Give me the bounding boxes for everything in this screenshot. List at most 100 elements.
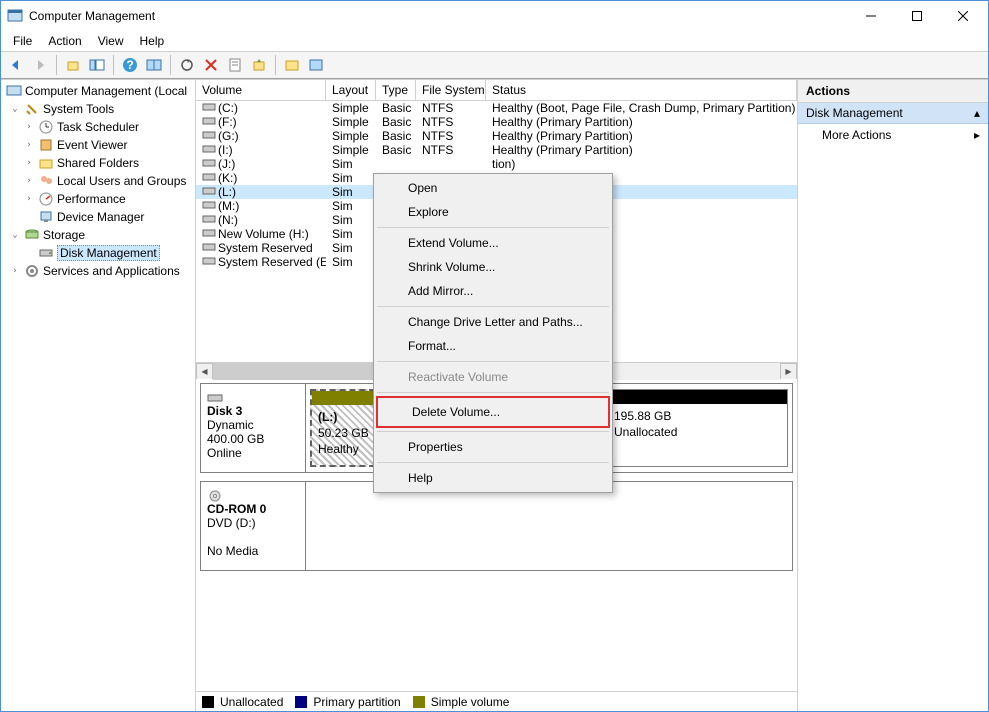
- table-row[interactable]: (G:)SimpleBasicNTFSHealthy (Primary Part…: [196, 129, 797, 143]
- tree-local-users[interactable]: › Local Users and Groups: [3, 172, 193, 190]
- partition-status: Unallocated: [614, 425, 677, 439]
- partition-size: 195.88 GB: [614, 409, 671, 423]
- disk-info[interactable]: CD-ROM 0 DVD (D:) No Media: [201, 482, 306, 570]
- tree-pane[interactable]: Computer Management (Local ⌄ System Tool…: [1, 80, 196, 711]
- cm-mirror[interactable]: Add Mirror...: [376, 279, 610, 303]
- cm-properties[interactable]: Properties: [376, 435, 610, 459]
- refresh-button[interactable]: [176, 54, 198, 76]
- col-status[interactable]: Status: [486, 80, 797, 100]
- disk-icon: [207, 390, 223, 404]
- action-button-1[interactable]: [281, 54, 303, 76]
- cm-separator: [377, 306, 609, 307]
- legend: Unallocated Primary partition Simple vol…: [196, 691, 797, 711]
- tree-shared-folders[interactable]: › Shared Folders: [3, 154, 193, 172]
- cm-shrink[interactable]: Shrink Volume...: [376, 255, 610, 279]
- cm-format[interactable]: Format...: [376, 334, 610, 358]
- minimize-button[interactable]: [848, 1, 894, 31]
- cm-separator: [377, 462, 609, 463]
- actions-more[interactable]: More Actions ▸: [798, 124, 988, 146]
- expander-icon[interactable]: ›: [23, 193, 35, 205]
- table-row[interactable]: (J:)Simtion): [196, 157, 797, 171]
- cdrom-icon: [207, 488, 223, 502]
- cm-change-letter[interactable]: Change Drive Letter and Paths...: [376, 310, 610, 334]
- up-button[interactable]: [62, 54, 84, 76]
- close-button[interactable]: [940, 1, 986, 31]
- expander-icon[interactable]: ›: [23, 157, 35, 169]
- col-layout[interactable]: Layout: [326, 80, 376, 100]
- tree-label: Storage: [43, 228, 85, 242]
- tree-device-manager[interactable]: Device Manager: [3, 208, 193, 226]
- menu-help[interactable]: Help: [132, 32, 173, 50]
- expander-icon[interactable]: ›: [23, 139, 35, 151]
- cm-delete[interactable]: Delete Volume...: [380, 400, 606, 424]
- cm-explore[interactable]: Explore: [376, 200, 610, 224]
- action-button-2[interactable]: [305, 54, 327, 76]
- back-button[interactable]: [5, 54, 27, 76]
- menu-view[interactable]: View: [90, 32, 132, 50]
- menu-action[interactable]: Action: [40, 32, 89, 50]
- cm-delete-highlight: Delete Volume...: [376, 396, 610, 428]
- tree-event-viewer[interactable]: › Event Viewer: [3, 136, 193, 154]
- volume-icon: [202, 129, 216, 143]
- volume-icon: [202, 185, 216, 199]
- tree-storage[interactable]: ⌄ Storage: [3, 226, 193, 244]
- expander-icon[interactable]: ⌄: [9, 103, 21, 115]
- forward-button[interactable]: [29, 54, 51, 76]
- actions-group[interactable]: Disk Management ▴: [798, 103, 988, 124]
- tree-task-scheduler[interactable]: › Task Scheduler: [3, 118, 193, 136]
- table-row[interactable]: (C:)SimpleBasicNTFSHealthy (Boot, Page F…: [196, 101, 797, 115]
- disk-size: 400.00 GB: [207, 432, 264, 446]
- col-fs[interactable]: File System: [416, 80, 486, 100]
- partition-unallocated[interactable]: 195.88 GB Unallocated: [607, 389, 788, 467]
- menu-bar: File Action View Help: [1, 31, 988, 51]
- scroll-left-button[interactable]: ◀: [196, 363, 213, 380]
- maximize-button[interactable]: [894, 1, 940, 31]
- scroll-right-button[interactable]: ▶: [780, 363, 797, 380]
- volume-icon: [202, 101, 216, 115]
- expander-icon[interactable]: ›: [23, 121, 35, 133]
- legend-label: Primary partition: [313, 695, 400, 709]
- cm-reactivate: Reactivate Volume: [376, 365, 610, 389]
- settings-button[interactable]: [248, 54, 270, 76]
- show-hide-tree-button[interactable]: [86, 54, 108, 76]
- col-type[interactable]: Type: [376, 80, 416, 100]
- tools-icon: [24, 101, 40, 117]
- storage-icon: [24, 227, 40, 243]
- expander-icon[interactable]: ›: [23, 175, 35, 187]
- legend-swatch-simple: [413, 696, 425, 708]
- volume-icon: [202, 227, 216, 241]
- volume-icon: [202, 143, 216, 157]
- partition-status: Healthy: [318, 442, 359, 456]
- tree-label: Task Scheduler: [57, 120, 139, 134]
- expander-icon[interactable]: ›: [9, 265, 21, 277]
- cm-extend[interactable]: Extend Volume...: [376, 231, 610, 255]
- tree-label: Event Viewer: [57, 138, 127, 152]
- legend-label: Simple volume: [431, 695, 510, 709]
- context-menu[interactable]: Open Explore Extend Volume... Shrink Vol…: [373, 173, 613, 493]
- tree-root[interactable]: Computer Management (Local: [3, 82, 193, 100]
- tree-performance[interactable]: › Performance: [3, 190, 193, 208]
- disk-icon: [38, 245, 54, 261]
- table-row[interactable]: (I:)SimpleBasicNTFSHealthy (Primary Part…: [196, 143, 797, 157]
- tree-label: Device Manager: [57, 210, 144, 224]
- table-row[interactable]: (F:)SimpleBasicNTFSHealthy (Primary Part…: [196, 115, 797, 129]
- properties-button[interactable]: [224, 54, 246, 76]
- view-button[interactable]: [143, 54, 165, 76]
- delete-icon[interactable]: [200, 54, 222, 76]
- title-bar: Computer Management: [1, 1, 988, 31]
- tree-services[interactable]: › Services and Applications: [3, 262, 193, 280]
- help-button[interactable]: ?: [119, 54, 141, 76]
- cm-help[interactable]: Help: [376, 466, 610, 490]
- tree-disk-management[interactable]: Disk Management: [3, 244, 193, 262]
- menu-file[interactable]: File: [5, 32, 40, 50]
- legend-swatch-unallocated: [202, 696, 214, 708]
- disk-row-cdrom[interactable]: CD-ROM 0 DVD (D:) No Media: [200, 481, 793, 571]
- tree-system-tools[interactable]: ⌄ System Tools: [3, 100, 193, 118]
- disk-info[interactable]: Disk 3 Dynamic 400.00 GB Online: [201, 384, 306, 472]
- cm-open[interactable]: Open: [376, 176, 610, 200]
- actions-group-label: Disk Management: [806, 106, 903, 120]
- disk-name: Disk 3: [207, 404, 299, 418]
- col-volume[interactable]: Volume: [196, 80, 326, 100]
- partition-label: (L:): [318, 410, 337, 424]
- expander-icon[interactable]: ⌄: [9, 229, 21, 241]
